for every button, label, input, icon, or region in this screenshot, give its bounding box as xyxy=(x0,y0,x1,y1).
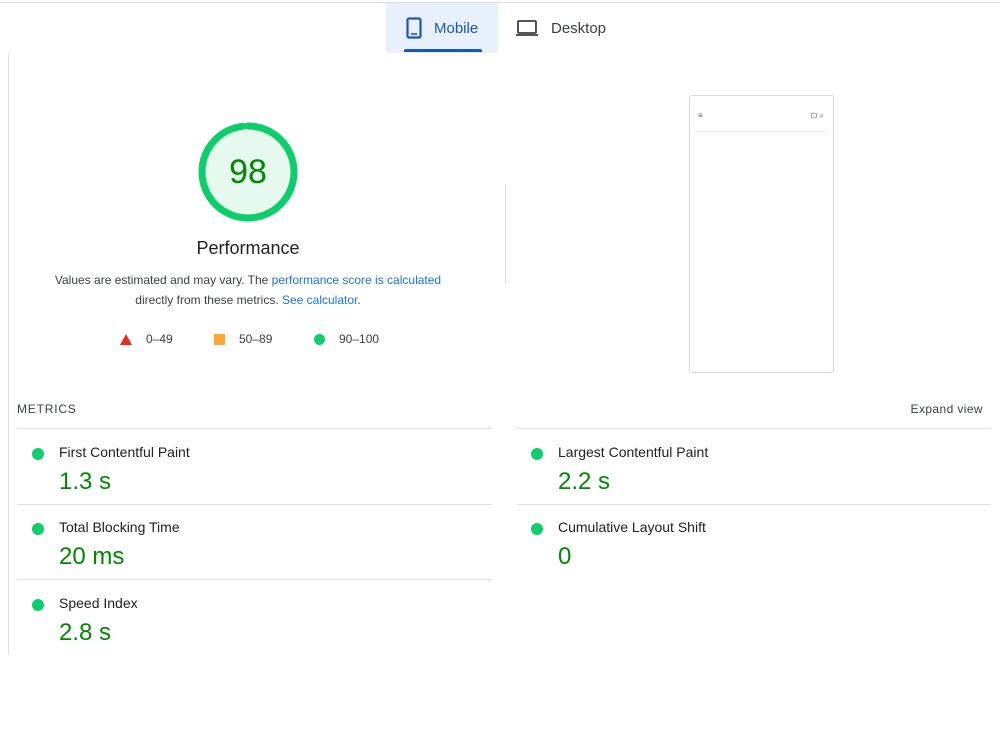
tab-desktop[interactable]: Desktop xyxy=(515,3,625,53)
metrics-divider xyxy=(517,428,991,429)
performance-title: Performance xyxy=(196,238,300,258)
legend-pass: 90–100 xyxy=(314,332,379,346)
metric-value: 1.3 s xyxy=(59,468,112,495)
description-text-2: directly from these metrics. xyxy=(135,293,282,307)
left-divider xyxy=(8,53,9,655)
score-description: Values are estimated and may vary. The p… xyxy=(20,273,476,287)
tab-active-indicator xyxy=(404,49,482,52)
legend-average-label: 50–89 xyxy=(239,332,273,346)
preview-header-divider xyxy=(694,131,829,132)
middle-divider xyxy=(505,184,506,284)
circle-icon xyxy=(314,333,325,345)
metric-first-contentful-paint: First Contentful Paint 1.3 s xyxy=(18,432,458,502)
expand-view-button[interactable]: Expand view xyxy=(911,402,983,416)
pass-circle-icon xyxy=(32,523,44,535)
metric-value: 2.8 s xyxy=(59,619,112,646)
page-screenshot-preview: ≡ ⊡ ⌕ xyxy=(689,95,834,373)
metric-title: Cumulative Layout Shift xyxy=(558,519,706,535)
metrics-divider xyxy=(17,579,492,580)
performance-score-link[interactable]: performance score is calculated xyxy=(272,273,441,287)
metric-title: Speed Index xyxy=(59,595,138,611)
legend-fail: 0–49 xyxy=(120,332,173,346)
legend-pass-label: 90–100 xyxy=(339,332,380,346)
legend-average: 50–89 xyxy=(214,332,272,346)
metric-speed-index: Speed Index 2.8 s xyxy=(18,583,458,653)
metric-value: 2.2 s xyxy=(558,468,611,495)
preview-toolbar-icons: ⊡ ⌕ xyxy=(810,111,824,120)
metric-value: 0 xyxy=(558,543,572,570)
metric-value: 20 ms xyxy=(59,543,125,570)
legend-fail-label: 0–49 xyxy=(146,332,173,346)
smartphone-icon xyxy=(406,17,422,39)
square-icon xyxy=(214,333,225,345)
metric-title: Total Blocking Time xyxy=(59,519,180,535)
metric-cumulative-layout-shift: Cumulative Layout Shift 0 xyxy=(517,507,957,577)
triangle-icon xyxy=(120,333,132,345)
description-text: Values are estimated and may vary. The xyxy=(54,273,272,287)
menu-icon: ≡ xyxy=(698,111,703,120)
pass-circle-icon xyxy=(531,448,543,460)
top-border xyxy=(0,2,1000,3)
metrics-divider xyxy=(517,504,991,505)
metric-title: Largest Contentful Paint xyxy=(558,444,709,460)
metrics-divider xyxy=(17,504,492,505)
metric-title: First Contentful Paint xyxy=(59,444,190,460)
pass-circle-icon xyxy=(32,599,44,611)
see-calculator-link[interactable]: See calculator. xyxy=(282,293,361,307)
metrics-divider xyxy=(17,428,492,429)
metric-largest-contentful-paint: Largest Contentful Paint 2.2 s xyxy=(517,432,957,502)
tab-desktop-label: Desktop xyxy=(551,19,607,37)
metrics-heading: METRICS xyxy=(17,402,77,416)
tab-mobile[interactable]: Mobile xyxy=(386,3,498,53)
metric-total-blocking-time: Total Blocking Time 20 ms xyxy=(18,507,458,577)
tab-mobile-label: Mobile xyxy=(434,19,479,37)
performance-score: 98 xyxy=(229,152,267,191)
score-description-line-2: directly from these metrics. See calcula… xyxy=(20,293,476,307)
laptop-icon xyxy=(515,19,539,37)
pass-circle-icon xyxy=(32,448,44,460)
pass-circle-icon xyxy=(531,523,543,535)
